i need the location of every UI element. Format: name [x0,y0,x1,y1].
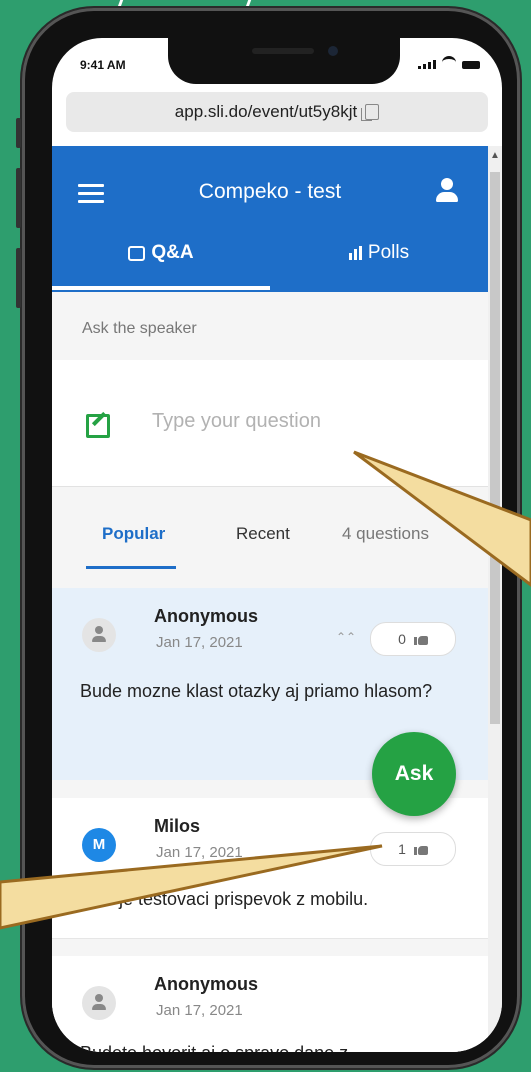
phone-screen: 9:41 AM app.sli.do/event/ut5y8kjt Compek… [52,38,502,1052]
question-card: M Milos Jan 17, 2021 1 Toto je testovaci… [52,798,488,939]
like-button[interactable]: 1 [370,832,456,866]
question-date: Jan 17, 2021 [156,634,243,651]
qa-content: Ask the speaker Type your question Popul… [52,292,488,1052]
like-button[interactable]: 0 [370,622,456,656]
volume-button [16,168,21,228]
question-count: 4 questions [342,524,429,543]
like-count: 1 [398,841,406,857]
avatar [82,618,116,652]
question-date: Jan 17, 2021 [156,844,243,861]
notch [168,38,400,84]
edit-icon [86,414,110,438]
thumbs-up-icon [413,633,428,645]
app-header: Compeko - test Q&A Polls [52,146,488,292]
speaker [252,48,314,54]
bar-chart-icon [348,246,362,260]
question-placeholder: Type your question [152,410,321,432]
wifi-icon [442,56,456,69]
ask-speaker-label: Ask the speaker [82,320,197,337]
camera [328,46,338,56]
question-card: Anonymous Jan 17, 2021 Budete hovorit aj… [52,956,488,1052]
copy-icon[interactable] [361,104,380,121]
question-input[interactable]: Type your question [52,360,488,487]
author-name: Anonymous [154,606,259,626]
tab-qa-label: Q&A [151,242,194,263]
chat-icon [128,246,146,261]
tab-polls-label: Polls [367,242,410,263]
active-tab-indicator [52,286,270,290]
status-icons [418,56,480,69]
author-name: Milos [154,816,201,836]
like-count: 0 [398,631,406,647]
user-icon[interactable] [436,178,458,204]
popular-tab-indicator [86,566,176,569]
tab-polls[interactable]: Polls [270,242,488,292]
avatar: M [82,828,116,862]
mute-switch [16,118,21,148]
question-date: Jan 17, 2021 [156,1002,243,1019]
question-text: Bude mozne klast otazky aj priamo hlasom… [80,681,433,701]
battery-icon [462,61,480,69]
avatar [82,986,116,1020]
scroll-up-icon[interactable]: ▲ [490,150,500,161]
url-text: app.sli.do/event/ut5y8kjt [174,102,358,121]
tab-recent[interactable]: Recent [236,524,290,544]
tab-popular[interactable]: Popular [102,524,165,544]
question-text: Budete hovorit aj o spravo dane z [80,1038,460,1052]
question-text: Toto je testovaci prispevok z mobilu. [80,889,369,909]
event-title: Compeko - test [198,180,342,203]
url-bar[interactable]: app.sli.do/event/ut5y8kjt [66,92,488,132]
status-time: 9:41 AM [80,58,126,72]
scrollbar-thumb[interactable] [490,172,500,724]
signal-icon [418,60,436,69]
author-name: Anonymous [154,974,259,994]
volume-button [16,248,21,308]
ask-button[interactable]: Ask [372,732,456,816]
tab-qa[interactable]: Q&A [52,242,270,292]
question-tabs: Popular Recent 4 questions [52,512,488,572]
chevron-up-icon[interactable]: ⌃⌃ [336,630,356,644]
thumbs-up-icon [413,843,428,855]
